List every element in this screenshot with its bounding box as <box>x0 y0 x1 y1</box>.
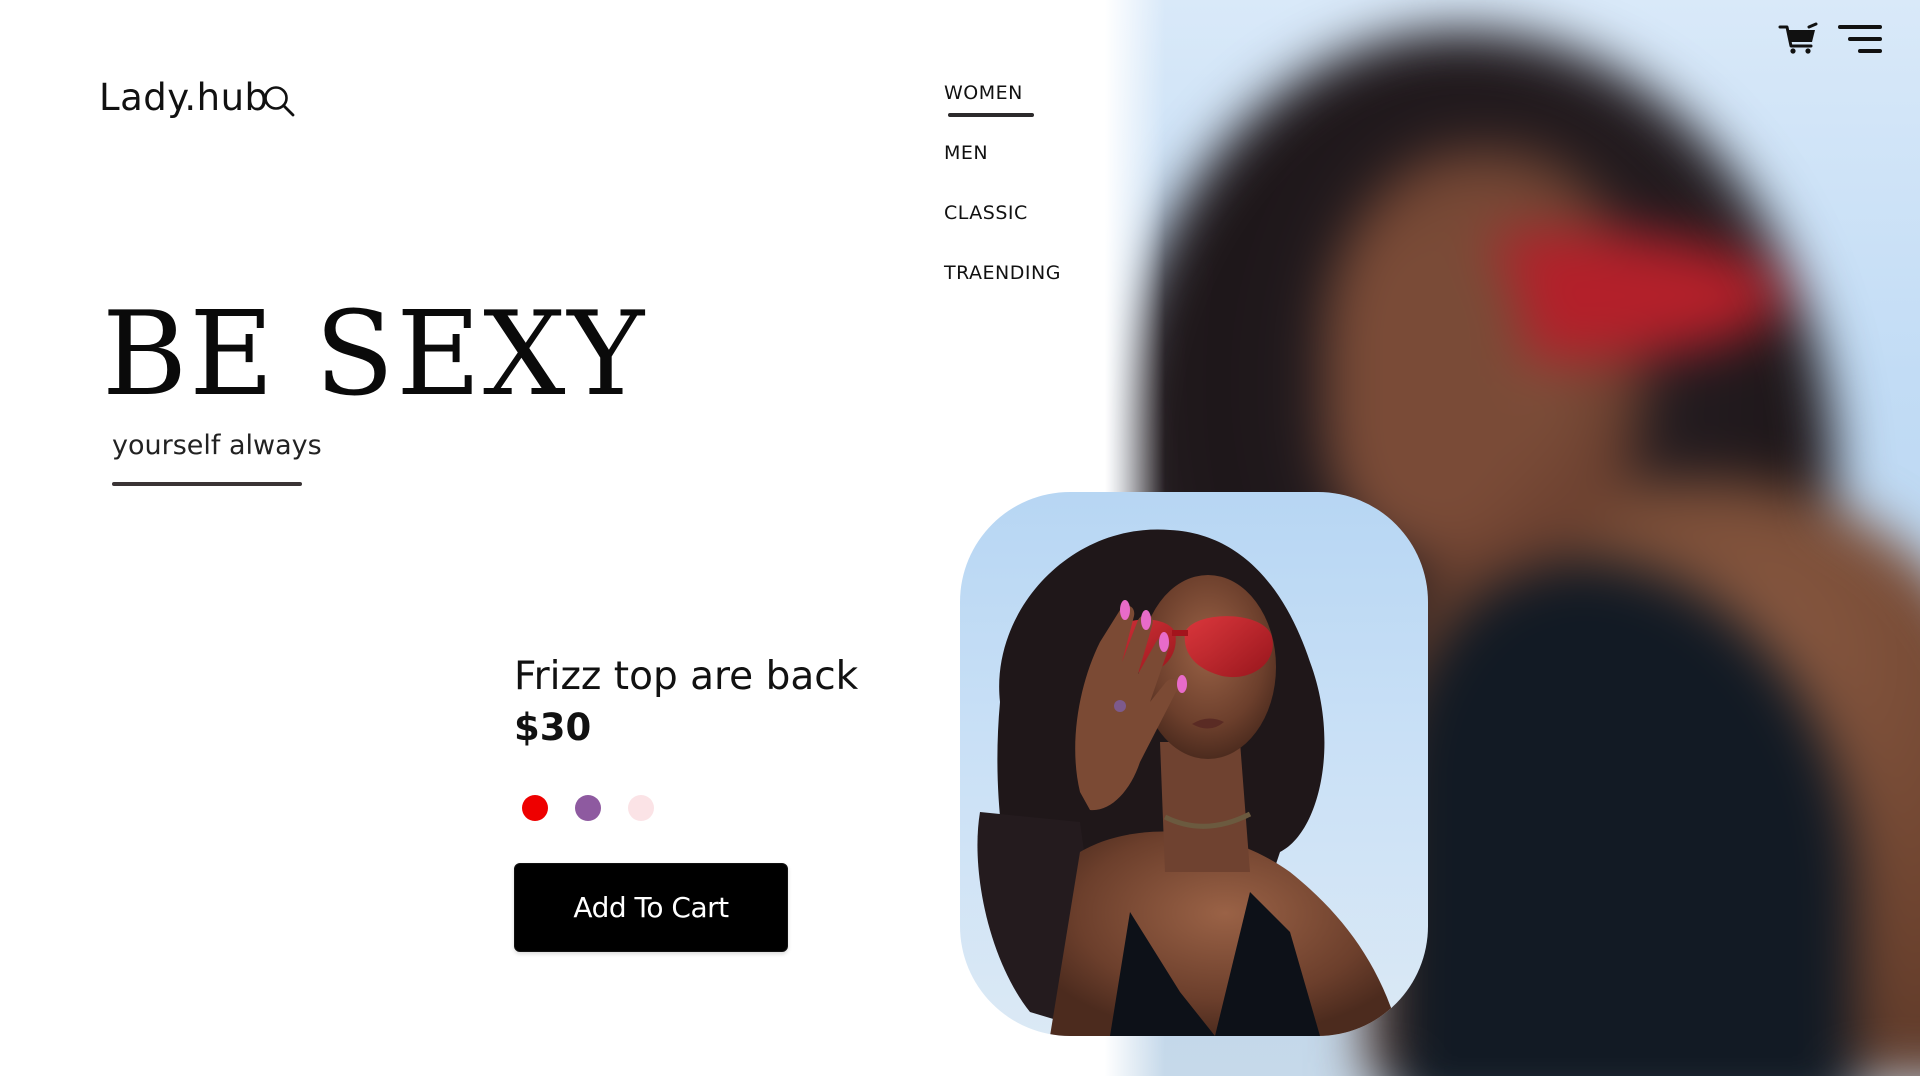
nav-item-classic[interactable]: CLASSIC <box>944 200 1061 260</box>
nav-item-trending[interactable]: TRAENDING <box>944 260 1061 320</box>
color-swatches <box>522 795 654 821</box>
brand-logo[interactable]: Lady.hub <box>99 76 269 119</box>
cart-icon[interactable] <box>1778 22 1818 56</box>
product-photo <box>960 492 1428 1036</box>
add-to-cart-button[interactable]: Add To Cart <box>514 863 788 952</box>
swatch-purple[interactable] <box>575 795 601 821</box>
hero-tagline: yourself always <box>112 430 322 461</box>
search-icon[interactable] <box>262 84 296 118</box>
nav-item-women[interactable]: WOMEN <box>944 80 1061 140</box>
tagline-underline <box>112 482 302 486</box>
nav-item-men[interactable]: MEN <box>944 140 1061 200</box>
product-price: $30 <box>514 706 592 749</box>
product-name: Frizz top are back <box>514 654 859 699</box>
top-icons <box>1778 22 1882 56</box>
menu-icon[interactable] <box>1838 23 1882 55</box>
hero-headline: BE SEXY <box>102 287 647 422</box>
landing-page: Lady.hub WOMEN MEN CLASSIC TRAENDING BE … <box>0 0 1920 1076</box>
category-nav: WOMEN MEN CLASSIC TRAENDING <box>944 80 1061 320</box>
swatch-red[interactable] <box>522 795 548 821</box>
swatch-pink[interactable] <box>628 795 654 821</box>
